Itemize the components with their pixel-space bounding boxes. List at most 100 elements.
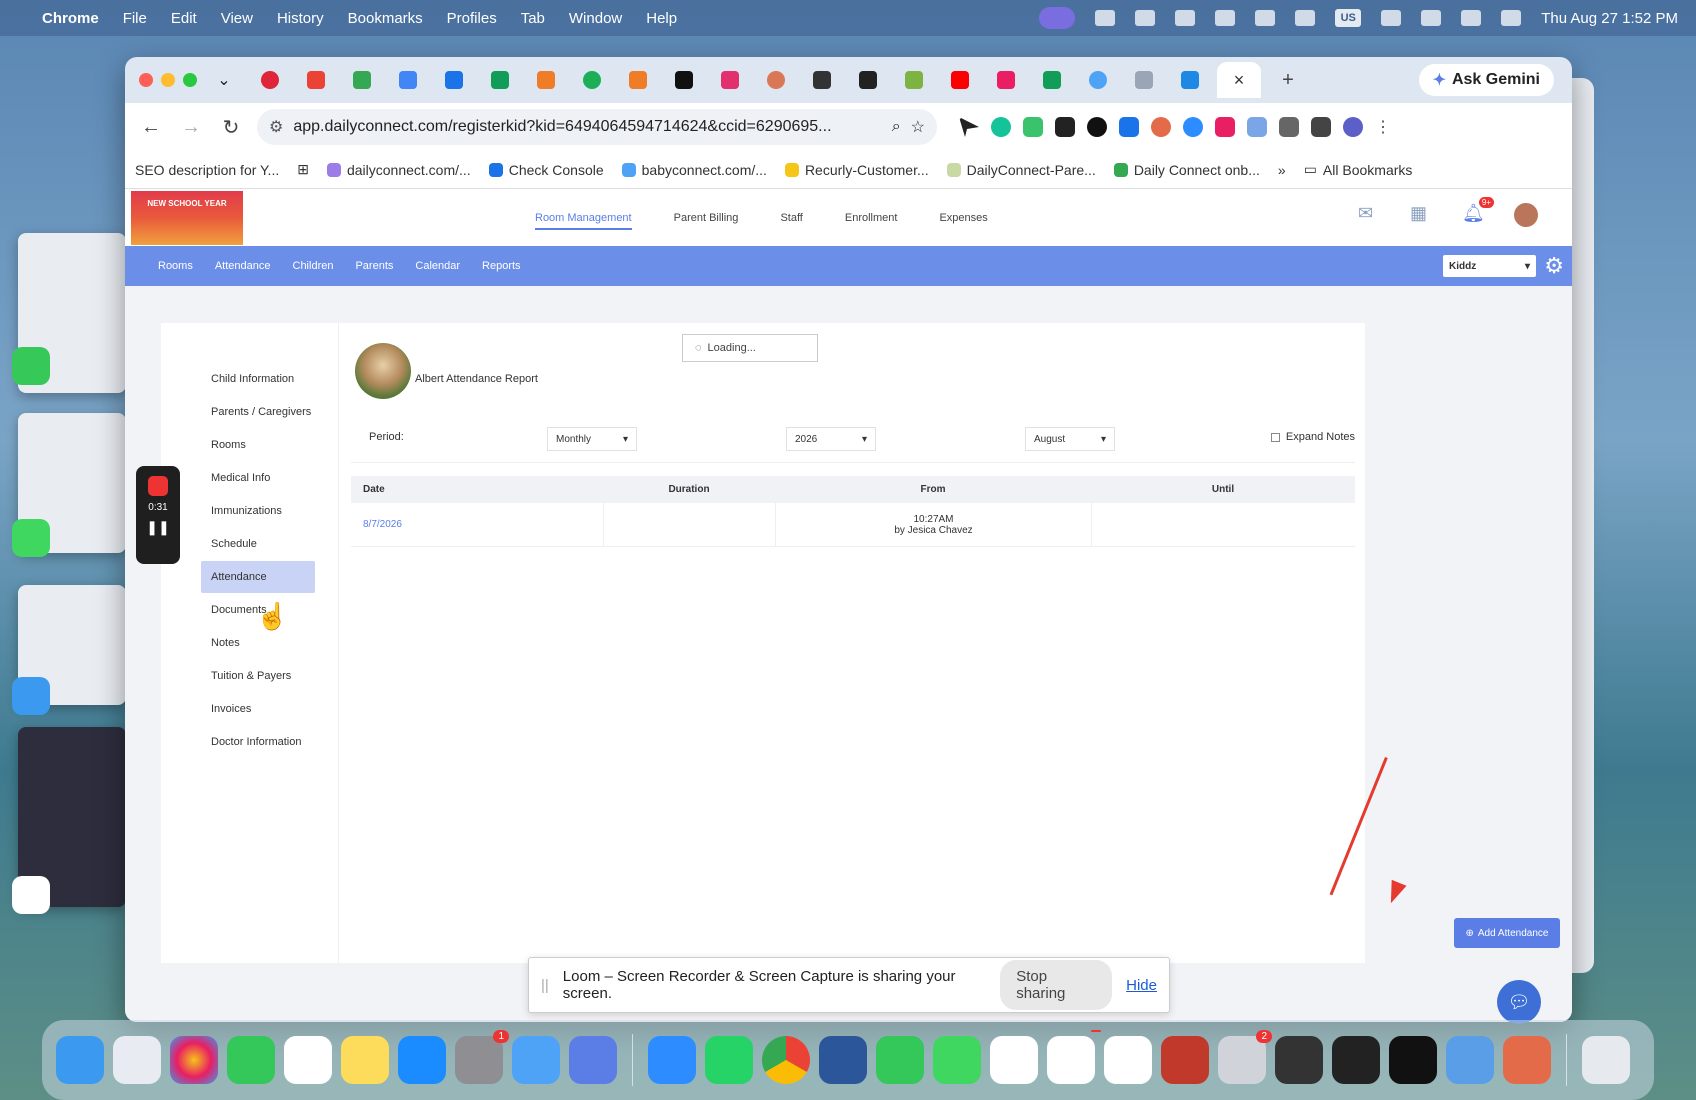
bookmark-item[interactable]: DailyConnect-Pare... — [946, 162, 1096, 178]
slack-icon[interactable] — [12, 876, 50, 914]
minimize-window-button[interactable] — [161, 73, 175, 87]
user-avatar[interactable] — [1514, 203, 1538, 227]
accessibility-icon[interactable] — [1095, 10, 1116, 26]
zoom-icon[interactable] — [648, 1036, 696, 1084]
header-date[interactable]: Date — [351, 484, 603, 495]
tab-search-chevron-icon[interactable]: ⌄ — [205, 65, 243, 95]
grid-icon[interactable] — [1255, 10, 1276, 26]
bookmark-item[interactable]: Recurly-Customer... — [784, 162, 929, 178]
month-select[interactable]: August ▾ — [1025, 427, 1115, 451]
menu-child-information[interactable]: Child Information — [201, 363, 315, 395]
url-text[interactable]: app.dailyconnect.com/registerkid?kid=649… — [293, 118, 881, 136]
new-tab-button[interactable]: + — [1269, 65, 1307, 95]
tab-favicon[interactable] — [343, 65, 381, 95]
top-nav-room-management[interactable]: Room Management — [535, 206, 632, 230]
menu-attendance[interactable]: Attendance — [201, 561, 315, 593]
support-chat-icon[interactable]: 💬︎ — [1497, 980, 1541, 1024]
menu-medical-info[interactable]: Medical Info — [201, 462, 315, 494]
child-photo[interactable] — [355, 343, 411, 399]
menubar-history[interactable]: History — [277, 10, 324, 27]
active-tab-close-icon[interactable]: × — [1217, 62, 1261, 98]
stop-sharing-button[interactable]: Stop sharing — [1000, 960, 1113, 1010]
apps-grid-icon[interactable]: ▦ — [1410, 203, 1434, 227]
extension-icon[interactable] — [1023, 117, 1043, 137]
site-info-icon[interactable]: ⚙ — [269, 117, 283, 137]
tab-favicon[interactable] — [527, 65, 565, 95]
year-select[interactable]: 2026 ▾ — [786, 427, 876, 451]
tab-favicon[interactable] — [1033, 65, 1071, 95]
chatgpt-icon[interactable] — [990, 1036, 1038, 1084]
claude-icon[interactable] — [1503, 1036, 1551, 1084]
header-from[interactable]: From — [775, 484, 1091, 495]
photos-icon[interactable] — [170, 1036, 218, 1084]
notification-bell-icon[interactable]: 🔔︎ 9+ — [1462, 197, 1494, 227]
control-center-icon[interactable] — [1501, 10, 1522, 26]
tab-favicon[interactable] — [573, 65, 611, 95]
sub-nav-attendance[interactable]: Attendance — [215, 260, 271, 272]
menubar-clock[interactable]: Thu Aug 27 1:52 PM — [1541, 10, 1678, 27]
word-icon[interactable] — [819, 1036, 867, 1084]
chat-help-icon[interactable]: ✉ — [1358, 203, 1382, 227]
tab-favicon[interactable] — [895, 65, 933, 95]
pause-icon[interactable]: ❚❚ — [146, 519, 169, 536]
semrush-extension-icon[interactable] — [1055, 117, 1075, 137]
numbers-icon[interactable] — [227, 1036, 275, 1084]
menubar-window[interactable]: Window — [569, 10, 622, 27]
header-duration[interactable]: Duration — [603, 484, 775, 495]
expand-notes-checkbox[interactable] — [1270, 432, 1280, 442]
top-nav-expenses[interactable]: Expenses — [939, 212, 987, 224]
user-circle-icon[interactable] — [1295, 10, 1316, 26]
menubar-file[interactable]: File — [123, 10, 147, 27]
top-nav-staff[interactable]: Staff — [780, 212, 802, 224]
cluster-icon[interactable] — [1175, 10, 1196, 26]
menu-invoices[interactable]: Invoices — [201, 693, 315, 725]
asana-icon[interactable] — [1104, 1036, 1152, 1084]
target-extension-icon[interactable] — [1087, 117, 1107, 137]
bookmark-item[interactable]: SEO description for Y... — [135, 162, 279, 178]
calculator-icon[interactable] — [1275, 1036, 1323, 1084]
sub-nav-parents[interactable]: Parents — [355, 260, 393, 272]
zoom-search-icon[interactable]: ⌕ — [892, 118, 901, 136]
menubar-app-name[interactable]: Chrome — [42, 10, 99, 27]
tab-favicon[interactable] — [941, 65, 979, 95]
close-window-button[interactable] — [139, 73, 153, 87]
menu-schedule[interactable]: Schedule — [201, 528, 315, 560]
system-settings-icon[interactable]: 1 — [455, 1030, 509, 1084]
tab-favicon[interactable] — [803, 65, 841, 95]
tab-favicon[interactable] — [619, 65, 657, 95]
check-extension-icon[interactable] — [1247, 117, 1267, 137]
launchpad-icon[interactable] — [113, 1036, 161, 1084]
whatsapp-icon[interactable] — [705, 1036, 753, 1084]
stop-recording-icon[interactable] — [148, 476, 168, 496]
download-icon[interactable] — [1311, 117, 1331, 137]
menubar-tab[interactable]: Tab — [521, 10, 545, 27]
tab-favicon[interactable] — [665, 65, 703, 95]
menubar-profiles[interactable]: Profiles — [447, 10, 497, 27]
tab-favicon[interactable] — [297, 65, 335, 95]
menubar-edit[interactable]: Edit — [171, 10, 197, 27]
finder-icon[interactable] — [56, 1036, 104, 1084]
facetime-icon[interactable] — [12, 347, 50, 385]
top-nav-enrollment[interactable]: Enrollment — [845, 212, 898, 224]
keynote-icon[interactable] — [1332, 1036, 1380, 1084]
tab-favicon[interactable] — [389, 65, 427, 95]
profile-avatar-icon[interactable] — [1343, 117, 1363, 137]
row-date-link[interactable]: 8/7/2026 — [351, 519, 603, 530]
trash-icon[interactable] — [1582, 1036, 1630, 1084]
reminders-icon[interactable] — [284, 1036, 332, 1084]
messages-icon[interactable] — [933, 1036, 981, 1084]
forward-arrow-icon[interactable]: → — [177, 113, 205, 141]
drag-handle-icon[interactable]: || — [541, 977, 549, 994]
sub-nav-rooms[interactable]: Rooms — [158, 260, 193, 272]
tab-favicon[interactable] — [481, 65, 519, 95]
menu-doctor-information[interactable]: Doctor Information — [201, 726, 315, 758]
zoom-window-button[interactable] — [183, 73, 197, 87]
puzzle-extensions-icon[interactable] — [1279, 117, 1299, 137]
menubar-view[interactable]: View — [221, 10, 253, 27]
menubar-bookmarks[interactable]: Bookmarks — [348, 10, 423, 27]
org-select[interactable]: Kiddz ▾ — [1443, 255, 1536, 277]
notes-icon[interactable] — [341, 1036, 389, 1084]
sub-nav-reports[interactable]: Reports — [482, 260, 521, 272]
bookmark-item[interactable]: Daily Connect onb... — [1113, 162, 1260, 178]
wifi-icon[interactable] — [1421, 10, 1442, 26]
